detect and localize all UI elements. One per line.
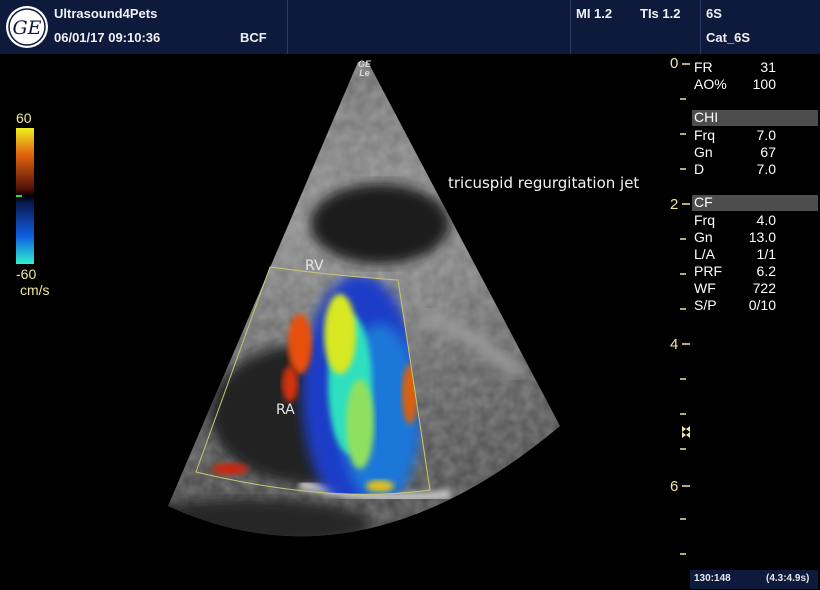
depth-label-6: 6 xyxy=(670,478,679,495)
cine-time: (4.3:4.9s) xyxy=(766,573,810,584)
color-scale-max: 60 xyxy=(16,110,32,126)
mi-index: MI 1.2 xyxy=(576,6,613,21)
color-scale-min: -60 xyxy=(16,266,37,282)
svg-text:GE: GE xyxy=(12,17,41,39)
depth-label-4: 4 xyxy=(670,336,679,353)
ge-logo-icon: GE xyxy=(4,4,50,50)
tis-index: TIs 1.2 xyxy=(640,6,681,21)
depth-label-0: 0 xyxy=(670,55,679,72)
depth-label-2: 2 xyxy=(670,196,679,213)
header-bar: GE Ultrasound4Pets 06/01/17 09:10:36 BCF… xyxy=(0,0,820,54)
exam-code: BCF xyxy=(240,30,267,45)
cf-section-title: CF xyxy=(694,194,713,210)
probe-name: 6S xyxy=(706,6,722,21)
chi-section-title: CHI xyxy=(694,109,719,125)
annotation-text: tricuspid regurgitation jet xyxy=(448,174,640,192)
focus-marker-icon xyxy=(682,426,690,438)
cine-frame-counter: 130:148 xyxy=(694,573,731,584)
color-scale-bar xyxy=(16,128,34,264)
exam-datetime: 06/01/17 09:10:36 xyxy=(54,30,161,45)
brand-name: Ultrasound4Pets xyxy=(54,6,158,21)
label-ra: RA xyxy=(276,402,295,418)
depth-ruler xyxy=(680,63,690,555)
preset-name: Cat_6S xyxy=(706,30,751,45)
color-scale-unit: cm/s xyxy=(20,282,50,298)
label-rv: RV xyxy=(305,258,324,274)
probe-orientation-mark: GE Le xyxy=(358,59,372,78)
